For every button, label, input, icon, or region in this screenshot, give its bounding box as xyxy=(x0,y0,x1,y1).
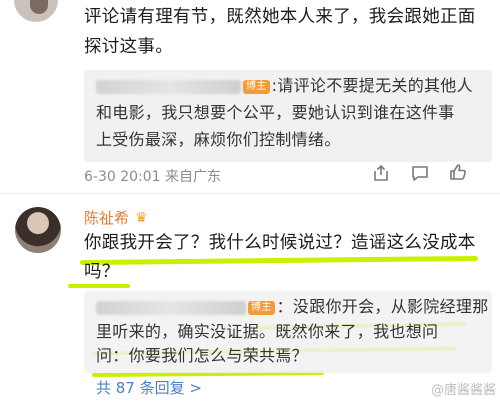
share-icon[interactable] xyxy=(371,163,391,188)
author-badge: 博主 xyxy=(248,300,275,315)
watermark: @唐酱酱酱 xyxy=(430,383,496,398)
comment-meta: 6-30 20:01 来自广东 xyxy=(84,169,222,185)
reply-box[interactable]: 博主:请评论不要提无关的其他人 和电影，我只想要个公平，要她认识到谁在这件事 上… xyxy=(84,70,492,162)
blurred-username xyxy=(96,79,241,94)
reply-text: ：没跟你开会，从影院经理那 xyxy=(276,297,489,316)
comment-text-line: 吗？ xyxy=(84,262,120,282)
blurred-username xyxy=(96,300,246,315)
reply-line: 问：你要我们怎么与荣共焉？ xyxy=(96,346,308,365)
comment-text-line: 探讨这事。 xyxy=(84,37,173,57)
comment-icon[interactable] xyxy=(410,163,430,188)
reply-box[interactable]: 博主 ：没跟你开会，从影院经理那 里听来的，确实没证据。既然你来了，我也想问 问：… xyxy=(84,291,492,373)
comment-header: 陈祉希 ♛ xyxy=(84,207,148,228)
reply-line: 和电影，我只想要个公平，要她认识到谁在这件事 xyxy=(96,103,455,122)
divider xyxy=(0,193,500,194)
like-icon[interactable] xyxy=(448,162,468,187)
reply-text: :请评论不要提无关的其他人 xyxy=(271,76,473,95)
avatar[interactable] xyxy=(14,0,58,22)
author-badge: 博主 xyxy=(243,79,270,94)
crown-icon: ♛ xyxy=(135,209,148,226)
reply-line: 博主 ：没跟你开会，从影院经理那 xyxy=(96,295,489,319)
more-replies-link[interactable]: 共 87 条回复 > xyxy=(96,377,202,398)
reply-line: 博主:请评论不要提无关的其他人 xyxy=(96,74,473,98)
comment-text-line: 你跟我开会了？我什么时候说过？造谣这么没成本 xyxy=(84,233,476,253)
comment-text-line: 评论请有理有节，既然她本人来了，我会跟她正面 xyxy=(84,7,476,27)
reply-line: 上受伤最深，麻烦你们控制情绪。 xyxy=(96,130,341,149)
avatar[interactable] xyxy=(15,207,61,253)
username[interactable]: 陈祉希 xyxy=(84,207,129,228)
reply-line: 里听来的，确实没证据。既然你来了，我也想问 xyxy=(96,322,439,341)
